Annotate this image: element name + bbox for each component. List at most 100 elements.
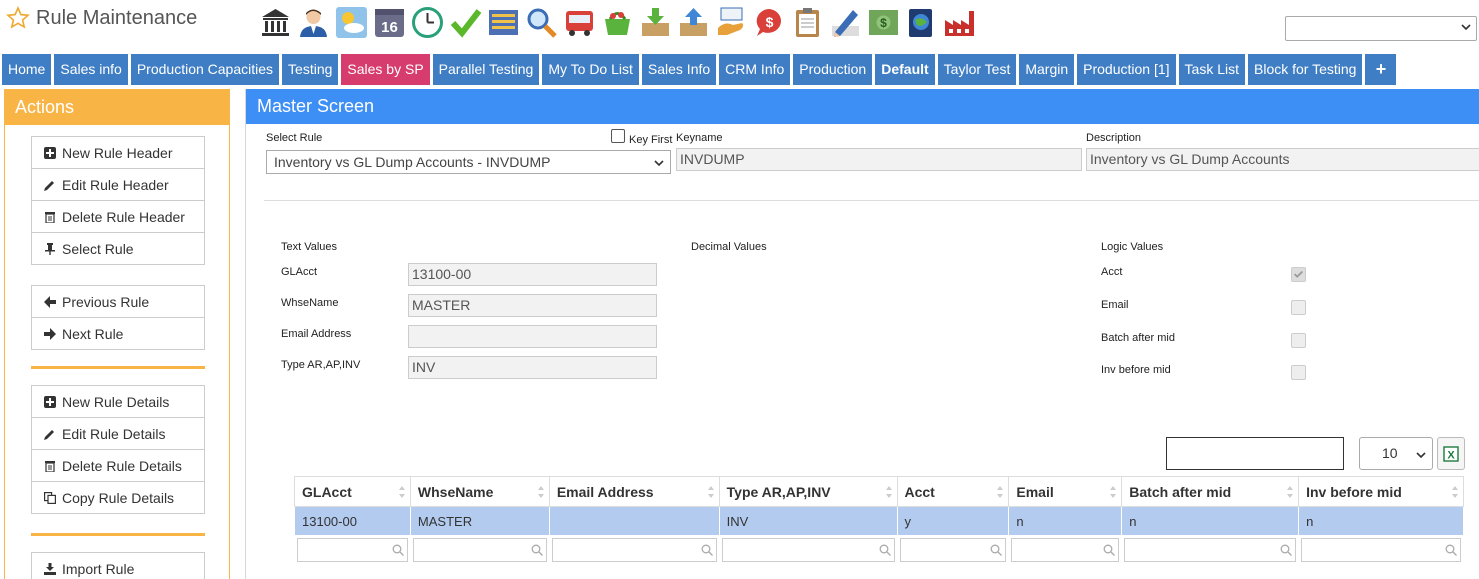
clock-icon[interactable] [411, 6, 444, 39]
inbox-upload-icon[interactable] [677, 6, 710, 39]
pencil-icon[interactable] [829, 6, 862, 39]
description-field[interactable]: Inventory vs GL Dump Accounts [1086, 148, 1479, 171]
whsename-field[interactable]: MASTER [408, 294, 657, 317]
calendar-16-icon[interactable]: 16 [373, 6, 406, 39]
tab-testing[interactable]: Testing [282, 54, 339, 85]
column-filter-input[interactable] [551, 538, 717, 562]
page-size-select[interactable]: 10 [1359, 437, 1433, 470]
column-header-email-address[interactable]: Email Address [548, 476, 720, 507]
column-header-type-ar-ap-inv[interactable]: Type AR,AP,INV [718, 476, 898, 507]
column-header-email[interactable]: Email [1008, 476, 1123, 507]
email-address-field[interactable] [408, 325, 657, 348]
column-filter-input[interactable] [297, 538, 408, 562]
list-icon[interactable] [487, 6, 520, 39]
svg-text:X: X [1447, 449, 1455, 461]
add-tab-button[interactable]: + [1365, 54, 1397, 85]
table-row[interactable]: 13100-00 MASTER INV y n n n [294, 506, 1464, 536]
column-filter-input[interactable] [1124, 538, 1297, 562]
column-header-whsename[interactable]: WhseName [409, 476, 550, 507]
favorite-star-icon[interactable] [6, 6, 30, 30]
weather-icon[interactable] [335, 6, 368, 39]
copy-rule-details-button[interactable]: Copy Rule Details [31, 481, 205, 514]
clipboard-icon[interactable] [791, 6, 824, 39]
batch-after-mid-label: Batch after mid [1101, 332, 1175, 344]
cash-icon[interactable]: $ [867, 6, 900, 39]
column-filter-input[interactable] [899, 538, 1007, 562]
inv-before-mid-checkbox[interactable] [1291, 365, 1306, 380]
decimal-values-heading: Decimal Values [691, 241, 767, 253]
magnifier-icon[interactable] [525, 6, 558, 39]
email-checkbox[interactable] [1291, 300, 1306, 315]
column-header-batch-after-mid[interactable]: Batch after mid [1121, 476, 1300, 507]
glacct-field[interactable]: 13100-00 [408, 263, 657, 286]
sort-icon [997, 486, 1004, 498]
dollar-bubble-icon[interactable]: $ [753, 6, 786, 39]
new-rule-details-button[interactable]: New Rule Details [31, 385, 205, 418]
type-ar-ap-inv-field[interactable]: INV [408, 356, 657, 379]
column-filter-input[interactable] [1301, 538, 1461, 562]
key-first-checkbox[interactable] [611, 129, 625, 143]
inbox-download-icon[interactable] [639, 6, 672, 39]
previous-rule-button[interactable]: Previous Rule [31, 285, 205, 318]
copy-icon [44, 491, 56, 504]
filter-row [294, 535, 1464, 565]
select-rule-button[interactable]: Select Rule [31, 232, 205, 265]
column-filter-input[interactable] [721, 538, 895, 562]
grid-search-input[interactable] [1166, 437, 1344, 470]
table-cell: n [1298, 506, 1464, 536]
basket-icon[interactable] [601, 6, 634, 39]
tab-default[interactable]: Default [875, 54, 935, 85]
tab-task-list[interactable]: Task List [1178, 54, 1245, 85]
truck-icon[interactable] [563, 6, 596, 39]
hand-money-icon[interactable] [715, 6, 748, 39]
tab-my-to-do-list[interactable]: My To Do List [542, 54, 639, 85]
table-cell: n [1008, 506, 1123, 536]
delete-rule-details-button[interactable]: Delete Rule Details [31, 449, 205, 482]
sort-icon [1287, 486, 1294, 498]
checkmark-icon[interactable] [449, 6, 482, 39]
bank-icon[interactable] [259, 6, 292, 39]
pin-icon [45, 242, 55, 255]
pencil-icon [44, 429, 54, 440]
tab-sales-by-sp[interactable]: Sales by SP [341, 54, 430, 85]
export-excel-button[interactable]: X [1437, 437, 1465, 470]
factory-icon[interactable] [943, 6, 976, 39]
actions-panel: Actions New Rule Header Edit Rule Header… [4, 89, 230, 579]
column-filter-input[interactable] [1011, 538, 1120, 562]
sort-icon [1110, 486, 1117, 498]
tab-parallel-testing[interactable]: Parallel Testing [432, 54, 540, 85]
plus-square-icon [44, 395, 56, 408]
keyname-field[interactable]: INVDUMP [676, 148, 1082, 171]
batch-after-mid-checkbox[interactable] [1291, 333, 1306, 348]
select-rule-dropdown[interactable]: Inventory vs GL Dump Accounts - INVDUMP [266, 150, 671, 174]
column-header-glacct[interactable]: GLAcct [294, 476, 411, 507]
tab-production[interactable]: Production [793, 54, 873, 85]
globe-book-icon[interactable] [905, 6, 938, 39]
next-rule-button[interactable]: Next Rule [31, 317, 205, 350]
import-rule-button[interactable]: Import Rule [31, 552, 205, 579]
tab-sales-info-2[interactable]: Sales Info [641, 54, 717, 85]
tab-sales-info[interactable]: Sales info [54, 54, 128, 85]
edit-rule-header-button[interactable]: Edit Rule Header [31, 168, 205, 201]
chevron-down-icon [1461, 24, 1471, 31]
tab-taylor-test[interactable]: Taylor Test [937, 54, 1017, 85]
column-header-inv-before-mid[interactable]: Inv before mid [1298, 476, 1464, 507]
tab-block-for-testing[interactable]: Block for Testing [1248, 54, 1363, 85]
tab-home[interactable]: Home [2, 54, 52, 85]
column-header-label: GLAcct [302, 483, 352, 500]
search-icon [1280, 544, 1293, 556]
new-rule-header-button[interactable]: New Rule Header [31, 136, 205, 169]
tab-crm-info[interactable]: CRM Info [719, 54, 791, 85]
column-header-acct[interactable]: Acct [896, 476, 1010, 507]
acct-checkbox[interactable] [1291, 267, 1306, 282]
delete-rule-header-button[interactable]: Delete Rule Header [31, 200, 205, 233]
tab-margin[interactable]: Margin [1019, 54, 1075, 85]
table-cell: y [896, 506, 1010, 536]
top-right-dropdown[interactable] [1285, 16, 1477, 41]
tab-production-1[interactable]: Production [1] [1077, 54, 1176, 85]
tab-production-capacities[interactable]: Production Capacities [130, 54, 280, 85]
svg-text:$: $ [766, 14, 774, 30]
column-filter-input[interactable] [412, 538, 547, 562]
edit-rule-details-button[interactable]: Edit Rule Details [31, 417, 205, 450]
user-icon[interactable] [297, 6, 330, 39]
